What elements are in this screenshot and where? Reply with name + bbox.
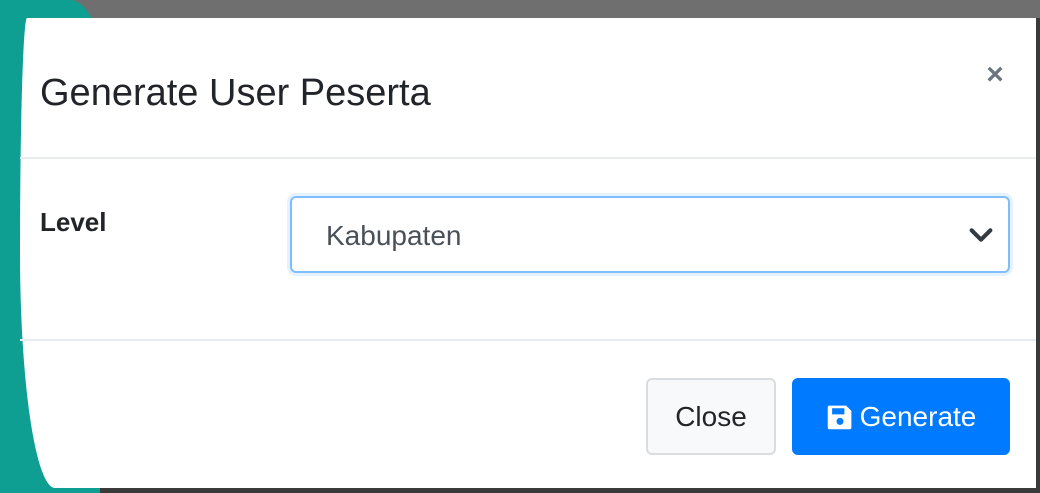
modal-header: Generate User Peserta × <box>20 18 1036 159</box>
modal-title: Generate User Peserta <box>40 72 431 114</box>
screen: Generate User Peserta × Level Kabupaten … <box>0 0 1040 493</box>
generate-button-label: Generate <box>859 400 977 432</box>
modal-body: Level Kabupaten <box>20 159 1036 341</box>
level-select-value: Kabupaten <box>326 220 462 251</box>
modal-footer: Close Generate <box>20 341 1036 488</box>
generate-user-modal: Generate User Peserta × Level Kabupaten … <box>20 18 1036 488</box>
close-icon[interactable]: × <box>980 60 1010 90</box>
level-label: Level <box>40 207 107 237</box>
chevron-down-icon <box>969 228 993 242</box>
close-button-label: Close <box>675 400 747 432</box>
close-button[interactable]: Close <box>646 378 776 455</box>
generate-button[interactable]: Generate <box>792 378 1010 455</box>
backdrop-top-bar <box>0 0 1040 18</box>
save-icon <box>827 405 851 429</box>
level-select[interactable]: Kabupaten <box>290 196 1010 273</box>
